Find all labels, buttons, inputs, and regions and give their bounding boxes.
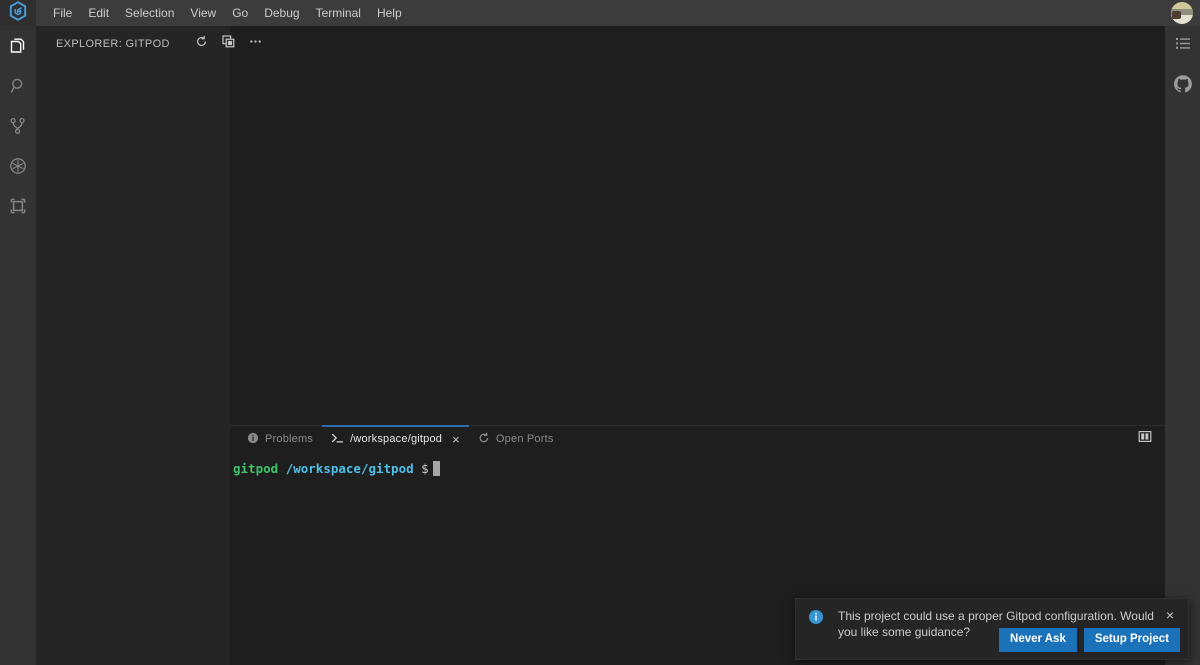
outline-list-icon <box>1174 35 1192 58</box>
avatar[interactable] <box>1171 2 1193 24</box>
menu-terminal[interactable]: Terminal <box>308 0 369 26</box>
vscode-window: File Edit Selection View Go Debug Termin… <box>0 0 1200 665</box>
activity-item-outline[interactable] <box>1165 26 1200 66</box>
terminal-output[interactable]: gitpod /workspace/gitpod $ <box>230 452 1165 477</box>
panel-tab-problems-label: Problems <box>265 433 314 445</box>
menu-edit[interactable]: Edit <box>80 0 117 26</box>
terminal-path: /workspace/gitpod <box>285 461 414 476</box>
gitpod-hexagon-logo-icon <box>9 0 27 26</box>
panel-tab-problems[interactable]: Problems <box>238 426 322 452</box>
terminal-prompt-symbol: $ <box>421 461 429 476</box>
more-actions-button[interactable] <box>248 36 264 52</box>
gitpod-logo[interactable] <box>0 0 36 26</box>
title-bar-right <box>1171 0 1200 26</box>
terminal-space-1 <box>278 460 286 477</box>
split-panel-icon <box>1138 430 1152 448</box>
activity-item-explorer[interactable] <box>0 26 36 66</box>
sidebar-header: EXPLORER: GITPOD <box>36 26 262 61</box>
title-bar: File Edit Selection View Go Debug Termin… <box>0 0 1200 26</box>
sidebar-title: EXPLORER: GITPOD <box>56 37 170 50</box>
refresh-icon <box>195 35 208 53</box>
run-and-debug-icon <box>7 155 29 177</box>
github-octocat-icon <box>1172 73 1194 100</box>
sidebar-file-tree[interactable] <box>36 61 230 665</box>
panel-actions <box>1135 426 1155 452</box>
info-circle-icon <box>808 609 824 625</box>
activity-item-extensions[interactable] <box>0 186 36 226</box>
close-icon[interactable]: × <box>1162 608 1178 622</box>
setup-project-button[interactable]: Setup Project <box>1083 627 1180 652</box>
menu-view[interactable]: View <box>182 0 224 26</box>
collapse-all-button[interactable] <box>221 34 237 53</box>
extensions-icon <box>7 195 29 217</box>
more-actions-ellipsis-icon <box>249 35 262 53</box>
activity-item-source-control[interactable] <box>0 106 36 146</box>
terminal-space-2 <box>414 460 422 477</box>
terminal-user: gitpod <box>233 461 279 476</box>
panel-tab-bar: Problems /workspace/gitpod × Open Ports <box>230 425 1165 452</box>
terminal-prompt-line: gitpod /workspace/gitpod $ <box>233 460 1165 477</box>
source-control-branch-icon <box>7 115 29 137</box>
menu-file[interactable]: File <box>45 0 80 26</box>
circle-arrow-icon <box>478 432 490 447</box>
activity-item-search[interactable] <box>0 66 36 106</box>
menu-debug[interactable]: Debug <box>256 0 307 26</box>
activity-item-github[interactable] <box>1165 66 1200 106</box>
notification-toast: This project could use a proper Gitpod c… <box>795 598 1189 660</box>
collapse-all-icon <box>222 34 235 53</box>
notification-buttons: Never Ask Setup Project <box>999 627 1180 652</box>
menu-bar: File Edit Selection View Go Debug Termin… <box>36 0 410 26</box>
search-icon <box>7 75 29 97</box>
panel-tab-terminal-label: /workspace/gitpod <box>350 433 443 445</box>
activity-bar-right <box>1165 26 1200 665</box>
menu-selection[interactable]: Selection <box>117 0 182 26</box>
maximize-panel-button[interactable] <box>1135 429 1155 449</box>
activity-bar-left <box>0 26 36 665</box>
close-icon[interactable]: × <box>452 433 460 446</box>
sidebar-explorer: EXPLORER: GITPOD <box>36 26 262 665</box>
editor-area-empty[interactable] <box>230 26 1165 425</box>
panel-tab-open-ports-label: Open Ports <box>495 433 554 445</box>
panel-tab-terminal[interactable]: /workspace/gitpod × <box>322 425 469 452</box>
panel-tab-open-ports[interactable]: Open Ports <box>469 426 563 452</box>
terminal-prompt-icon <box>331 432 344 447</box>
activity-item-run-and-debug[interactable] <box>0 146 36 186</box>
terminal-cursor <box>432 461 440 476</box>
sidebar-actions <box>194 34 264 53</box>
refresh-explorer-button[interactable] <box>194 35 210 53</box>
never-ask-button[interactable]: Never Ask <box>999 627 1077 652</box>
avatar-shape <box>1172 11 1181 19</box>
info-circle-icon <box>247 432 259 447</box>
menu-go[interactable]: Go <box>224 0 256 26</box>
files-explorer-icon <box>7 35 29 57</box>
menu-help[interactable]: Help <box>369 0 410 26</box>
